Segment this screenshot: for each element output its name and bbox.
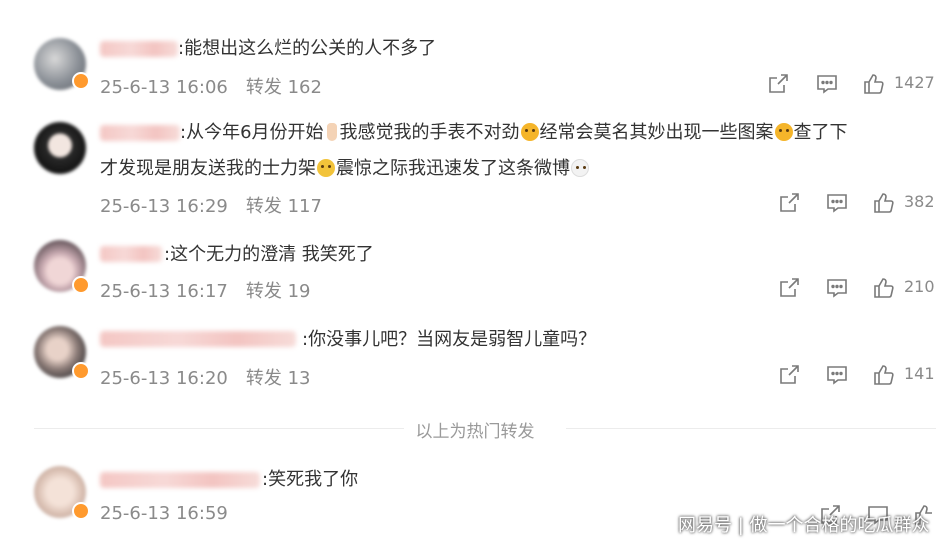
text-segment: 查了下	[793, 122, 848, 143]
tired-face-emoji-icon	[520, 123, 539, 141]
timestamp: 25-6-13 16:17	[100, 281, 228, 302]
timestamp: 25-6-13 16:20	[100, 368, 228, 389]
share-out-icon[interactable]	[766, 72, 790, 96]
comment-meta: 25-6-13 16:17 转发 19	[100, 277, 311, 303]
repost-count[interactable]: 转发 162	[246, 77, 322, 98]
like-count: 1427	[894, 73, 935, 92]
comment-text: :你没事儿吧？当网友是弱智儿童吗？	[302, 329, 597, 350]
repost-count[interactable]: 转发 13	[246, 368, 311, 389]
hot-reposts-divider: 以上为热门转发	[415, 422, 535, 442]
username-blurred[interactable]	[100, 246, 162, 262]
comment-bubble-icon[interactable]	[825, 363, 849, 387]
avatar[interactable]	[34, 122, 86, 174]
timestamp: 25-6-13 16:29	[100, 196, 228, 217]
username-blurred[interactable]	[100, 472, 260, 488]
kiss-face-emoji-icon	[774, 123, 793, 141]
username-blurred[interactable]	[100, 331, 296, 347]
thumbs-up-icon[interactable]	[862, 72, 886, 96]
text-segment: 才发现是朋友送我的士力架	[100, 158, 316, 179]
like-count: 210	[904, 277, 935, 296]
verified-badge-icon	[72, 276, 90, 294]
username-blurred[interactable]	[100, 41, 178, 57]
text-segment: 震惊之际我迅速发了这条微博	[336, 158, 570, 179]
comment-bubble-icon[interactable]	[815, 72, 839, 96]
comment-text-line-1: :从今年6月份开始 我感觉我的手表不对劲 经常会莫名其妙出现一些图案 查了下	[180, 120, 848, 146]
comment-meta: 25-6-13 16:20 转发 13	[100, 364, 311, 390]
comment-text: :笑死我了你	[262, 469, 359, 490]
comment-text-line-2: 才发现是朋友送我的士力架 震惊之际我迅速发了这条微博	[100, 156, 590, 182]
divider-line-right	[566, 428, 936, 429]
verified-badge-icon	[72, 72, 90, 90]
like-count: 141	[904, 364, 935, 383]
text-segment: 我感觉我的手表不对劲	[339, 122, 520, 143]
verified-badge-icon	[72, 502, 90, 520]
text-segment: 经常会莫名其妙出现一些图案	[539, 122, 774, 143]
comment-meta: 25-6-13 16:29 转发 117	[100, 192, 322, 218]
clown-emoji-icon	[571, 159, 589, 177]
comment-meta: 25-6-13 16:59	[100, 503, 228, 524]
share-out-icon[interactable]	[777, 191, 801, 215]
timestamp: 25-6-13 16:06	[100, 77, 228, 98]
thumbs-up-icon[interactable]	[872, 276, 896, 300]
verified-badge-icon	[72, 362, 90, 380]
comment-bubble-icon[interactable]	[825, 191, 849, 215]
comment-bubble-icon[interactable]	[825, 276, 849, 300]
share-out-icon[interactable]	[777, 276, 801, 300]
thumbs-up-icon[interactable]	[872, 363, 896, 387]
watermark: 网易号 | 做一个合格的吃瓜群众	[678, 515, 930, 536]
hand-emoji-icon	[326, 123, 337, 141]
shocked-face-emoji-icon	[317, 159, 335, 177]
text-segment: :从今年6月份开始	[180, 122, 324, 143]
timestamp: 25-6-13 16:59	[100, 503, 228, 524]
comment-text: :这个无力的澄清 我笑死了	[164, 244, 374, 265]
repost-count[interactable]: 转发 19	[246, 281, 311, 302]
comment-text: :能想出这么烂的公关的人不多了	[178, 38, 437, 59]
like-count: 382	[904, 192, 935, 211]
share-out-icon[interactable]	[777, 363, 801, 387]
comment-meta: 25-6-13 16:06 转发 162	[100, 73, 322, 99]
thumbs-up-icon[interactable]	[872, 191, 896, 215]
username-blurred[interactable]	[100, 125, 180, 141]
repost-count[interactable]: 转发 117	[246, 196, 322, 217]
